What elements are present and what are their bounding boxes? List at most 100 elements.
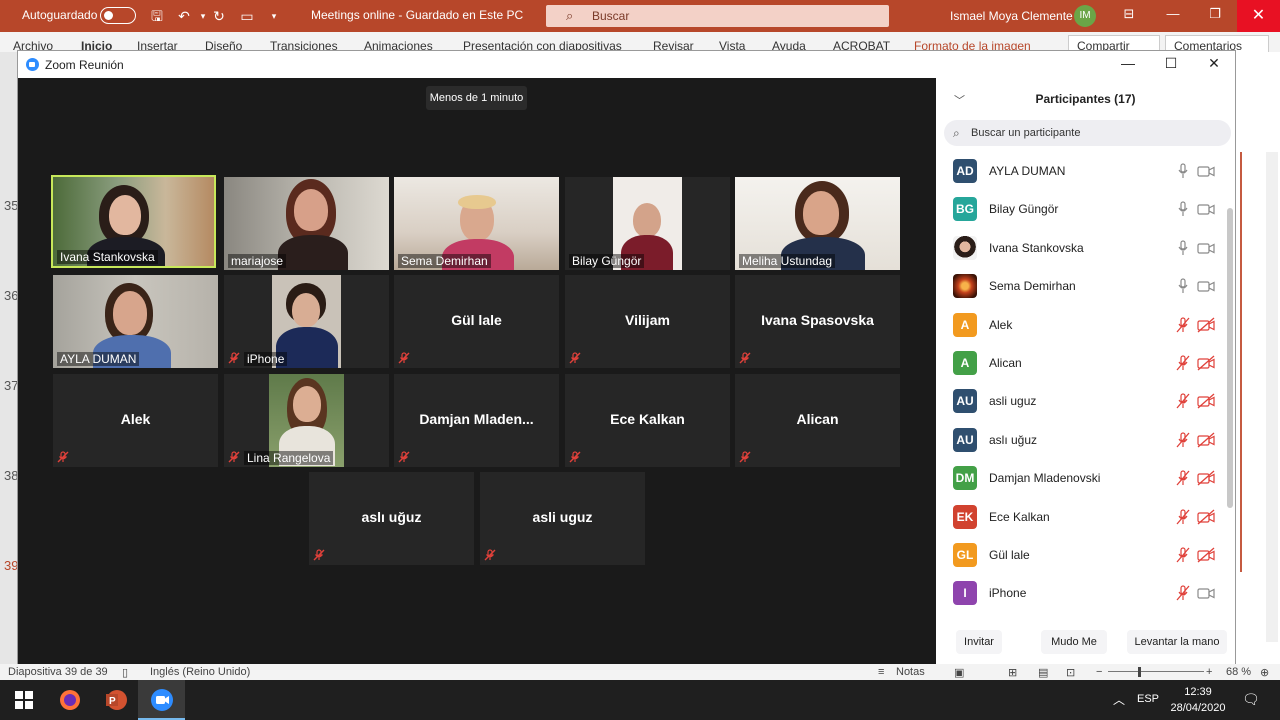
camera-off-icon[interactable] — [1197, 470, 1215, 486]
participant-row[interactable]: BG Bilay Güngör — [936, 190, 1226, 228]
reading-view-icon[interactable]: ▤ — [1038, 666, 1048, 679]
video-tile[interactable]: mariajose — [224, 177, 389, 270]
participant-row[interactable]: IiPhone — [936, 574, 1226, 612]
present-icon[interactable]: ▭ — [238, 7, 256, 25]
mic-icon[interactable] — [1176, 201, 1190, 217]
video-tile[interactable]: Sema Demirhan — [394, 177, 559, 270]
muted-mic-icon[interactable] — [1176, 316, 1190, 333]
participant-row[interactable]: AU aslı uğuz — [936, 421, 1226, 459]
zoom-app-icon[interactable] — [150, 688, 174, 712]
video-tile[interactable]: Meliha Ustundag — [735, 177, 900, 270]
participant-list-scrollbar[interactable] — [1227, 208, 1233, 508]
camera-off-icon[interactable] — [1197, 547, 1215, 563]
mic-icon[interactable] — [1176, 240, 1190, 256]
camera-off-icon[interactable] — [1197, 393, 1215, 409]
firefox-icon[interactable] — [58, 688, 82, 712]
zoom-out-icon[interactable]: − — [1096, 666, 1102, 678]
windows-start-icon[interactable] — [12, 688, 36, 712]
zoom-level[interactable]: 68 % — [1226, 666, 1251, 678]
muted-mic-icon[interactable] — [1176, 547, 1190, 563]
powerpoint-icon[interactable]: P — [104, 688, 128, 712]
autosave-toggle[interactable] — [100, 7, 136, 24]
participant-row[interactable]: DM Damjan Mladenovski — [936, 459, 1226, 497]
participant-row[interactable]: GL Gül lale — [936, 536, 1226, 574]
participant-search-input[interactable]: ⌕ Buscar un participante — [944, 120, 1231, 146]
participant-row[interactable]: A Alek — [936, 306, 1226, 344]
muted-mic-icon[interactable] — [1176, 355, 1190, 371]
minimize-icon[interactable]: — — [1158, 6, 1188, 21]
muted-mic-icon — [398, 451, 410, 463]
muted-mic-icon[interactable] — [1176, 508, 1190, 525]
participant-row[interactable]: EK Ece Kalkan — [936, 498, 1226, 536]
zoom-maximize-icon[interactable]: ☐ — [1158, 55, 1184, 72]
participant-row[interactable]: A Alican — [936, 344, 1226, 382]
zoom-slider[interactable] — [1108, 671, 1204, 672]
camera-icon[interactable] — [1197, 240, 1215, 256]
camera-off-icon[interactable] — [1197, 355, 1215, 371]
muted-mic-icon[interactable] — [1176, 393, 1190, 409]
save-icon[interactable]: 🖫 — [148, 7, 166, 25]
raise-hand-button[interactable]: Levantar la mano — [1127, 630, 1227, 654]
zoom-window-title: Zoom Reunión — [45, 58, 124, 72]
invite-button[interactable]: Invitar — [956, 630, 1002, 654]
zoom-in-icon[interactable]: + — [1206, 666, 1212, 678]
video-tile[interactable]: iPhone — [224, 275, 389, 368]
undo-icon[interactable]: ↶ — [175, 7, 193, 25]
mute-me-button[interactable]: Mudo Me — [1041, 630, 1107, 654]
camera-off-icon[interactable] — [1197, 432, 1215, 448]
mic-icon[interactable] — [1176, 163, 1190, 179]
camera-off-icon[interactable] — [1197, 317, 1215, 333]
camera-icon[interactable] — [1197, 585, 1215, 601]
ppt-right-area — [1236, 52, 1280, 664]
participant-search-placeholder: Buscar un participante — [971, 127, 1081, 139]
camera-icon[interactable] — [1197, 163, 1215, 179]
zoom-minimize-icon[interactable]: — — [1115, 55, 1141, 71]
notes-button[interactable]: Notas — [896, 666, 925, 678]
video-tile[interactable]: Gül lale — [394, 275, 559, 368]
ppt-scrollbar[interactable] — [1266, 152, 1278, 642]
normal-view-icon[interactable]: ▣ — [954, 666, 964, 679]
video-tile[interactable]: AYLA DUMAN — [53, 275, 218, 368]
video-tile[interactable]: aslı uğuz — [309, 472, 474, 565]
video-tile[interactable]: Ivana Stankovska — [51, 175, 216, 268]
close-icon[interactable]: ✕ — [1237, 0, 1280, 32]
participant-row[interactable]: Ivana Stankovska — [936, 229, 1226, 267]
video-tile[interactable]: Alican — [735, 374, 900, 467]
zoom-close-icon[interactable]: ✕ — [1201, 55, 1227, 72]
participant-row[interactable]: Sema Demirhan — [936, 267, 1226, 305]
camera-icon[interactable] — [1197, 201, 1215, 217]
language-indicator[interactable]: Inglés (Reino Unido) — [150, 666, 250, 678]
video-tile[interactable]: Ece Kalkan — [565, 374, 730, 467]
redo-icon[interactable]: ↻ — [210, 7, 228, 25]
fit-to-window-icon[interactable]: ⊕ — [1260, 666, 1269, 679]
restore-icon[interactable]: ❐ — [1200, 6, 1230, 22]
video-tile[interactable]: asli uguz — [480, 472, 645, 565]
camera-icon[interactable] — [1197, 278, 1215, 294]
user-avatar[interactable]: IM — [1074, 5, 1096, 27]
participant-row[interactable]: AD AYLA DUMAN — [936, 152, 1226, 190]
camera-off-icon[interactable] — [1197, 509, 1215, 525]
slideshow-icon[interactable]: ⊡ — [1066, 666, 1075, 679]
video-tile[interactable]: Vilijam — [565, 275, 730, 368]
muted-mic-icon[interactable] — [1176, 585, 1190, 601]
video-tile[interactable]: Alek — [53, 374, 218, 467]
tile-name: Damjan Mladen... — [419, 411, 534, 427]
video-tile[interactable]: Ivana Spasovska — [735, 275, 900, 368]
muted-mic-icon[interactable] — [1176, 470, 1190, 486]
ribbon-display-icon[interactable]: ⊟ — [1114, 6, 1144, 22]
video-tile[interactable]: Bilay Güngör — [565, 177, 730, 270]
mic-icon[interactable] — [1176, 278, 1190, 294]
notifications-icon[interactable]: 🗨 — [1242, 691, 1260, 708]
participant-row[interactable]: AU asli uguz — [936, 382, 1226, 420]
video-tile[interactable]: Damjan Mladen... — [394, 374, 559, 467]
system-clock[interactable]: 12:39 28/04/2020 — [1168, 684, 1228, 716]
muted-mic-icon[interactable] — [1176, 432, 1190, 448]
spellcheck-icon[interactable]: ▯ — [122, 666, 128, 679]
zoom-slider-thumb[interactable] — [1138, 667, 1141, 677]
input-language[interactable]: ESP — [1137, 693, 1159, 705]
video-tile[interactable]: Lina Rangelova — [224, 374, 389, 467]
ppt-search-box[interactable]: ⌕ Buscar — [546, 5, 889, 27]
slide-sorter-icon[interactable]: ⊞ — [1008, 666, 1017, 679]
tray-expand-icon[interactable]: ︿ — [1113, 691, 1125, 708]
customize-toolbar-icon[interactable]: ▾ — [265, 7, 283, 25]
